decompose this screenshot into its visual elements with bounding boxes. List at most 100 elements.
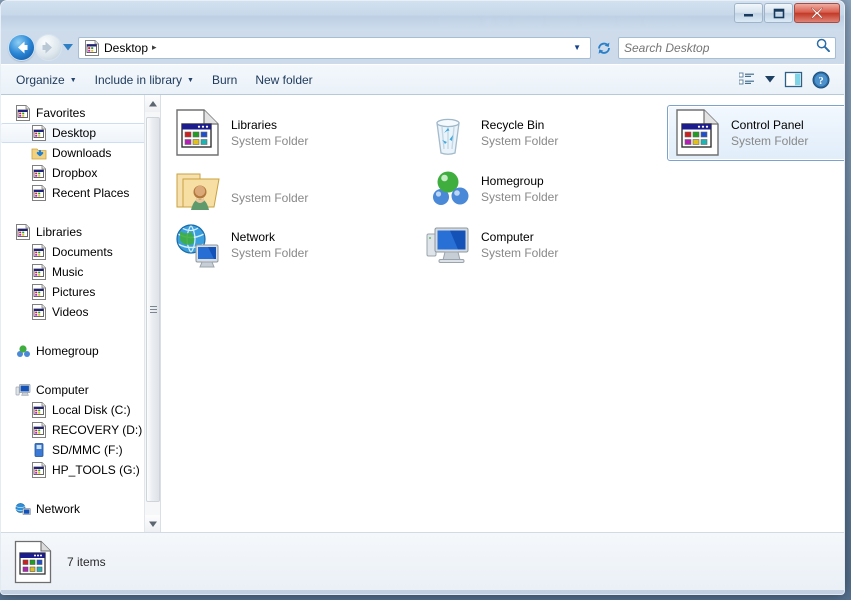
breadcrumb-desktop[interactable]: Desktop	[104, 41, 148, 55]
downloads-folder-icon	[31, 145, 47, 161]
title-bar	[1, 1, 844, 31]
broken-image-icon	[13, 540, 53, 584]
broken-image-icon	[31, 165, 47, 181]
computer-icon	[424, 221, 472, 269]
sidebar-item-label: Dropbox	[52, 166, 97, 180]
help-icon[interactable]: ?	[808, 68, 834, 92]
network-globe-icon	[174, 221, 222, 269]
broken-image-icon	[15, 224, 31, 240]
window-controls	[734, 3, 840, 23]
sidebar-item-label: SD/MMC (F:)	[52, 443, 123, 457]
burn-button[interactable]: Burn	[203, 68, 246, 92]
file-item-libraries[interactable]: LibrariesSystem Folder	[167, 105, 417, 161]
file-item-name: Recycle Bin	[481, 117, 558, 133]
sidebar-item-documents[interactable]: Documents	[1, 242, 160, 262]
sidebar-group-homegroup[interactable]: Homegroup	[1, 341, 160, 361]
sidebar-item-desktop[interactable]: Desktop	[1, 123, 148, 143]
include-in-library-label: Include in library	[95, 73, 182, 87]
file-item-name: Control Panel	[731, 117, 808, 133]
sidebar-group-favorites[interactable]: Favorites	[1, 103, 160, 123]
sidebar-group-network[interactable]: Network	[1, 499, 160, 519]
search-input[interactable]	[624, 41, 816, 55]
sidebar-item-label: Documents	[52, 245, 113, 259]
file-list-pane[interactable]: LibrariesSystem Folder System Folder Net…	[161, 95, 844, 532]
command-toolbar: Organize ▼ Include in library ▼ Burn New…	[1, 64, 844, 95]
removable-drive-icon	[31, 442, 47, 458]
broken-image-icon	[174, 109, 222, 157]
sidebar-group-label: Libraries	[36, 225, 82, 239]
breadcrumb-bar[interactable]: Desktop ▸ ▼	[78, 37, 591, 59]
preview-pane-icon[interactable]	[780, 68, 806, 92]
sidebar-item-videos[interactable]: Videos	[1, 302, 160, 322]
sidebar-group-libraries[interactable]: Libraries	[1, 222, 160, 242]
file-item-computer[interactable]: ComputerSystem Folder	[417, 217, 667, 273]
sidebar-item-hp-tools-g[interactable]: HP_TOOLS (G:)	[1, 460, 160, 480]
sidebar-group-label: Network	[36, 502, 80, 516]
sidebar-group-label: Computer	[36, 383, 89, 397]
scrollbar-thumb[interactable]	[146, 117, 160, 502]
item-count-label: 7 items	[67, 555, 106, 569]
file-item-text: NetworkSystem Folder	[231, 229, 308, 261]
include-in-library-button[interactable]: Include in library ▼	[86, 68, 203, 92]
back-button[interactable]	[9, 35, 34, 60]
file-item-network[interactable]: NetworkSystem Folder	[167, 217, 417, 273]
broken-image-icon	[31, 125, 47, 141]
breadcrumb-dropdown-icon[interactable]: ▼	[567, 43, 587, 52]
close-button[interactable]	[794, 3, 840, 23]
sidebar-item-label: Videos	[52, 305, 88, 319]
scroll-up-button[interactable]	[145, 95, 160, 112]
broken-image-icon	[31, 244, 47, 260]
recent-pages-button[interactable]	[61, 35, 75, 60]
search-icon[interactable]	[816, 38, 830, 57]
sidebar-item-dropbox[interactable]: Dropbox	[1, 163, 160, 183]
file-item-homegroup[interactable]: HomegroupSystem Folder	[417, 161, 667, 217]
sidebar-item-downloads[interactable]: Downloads	[1, 143, 160, 163]
broken-image-icon	[31, 185, 47, 201]
status-bar: 7 items	[1, 532, 844, 590]
file-item-name	[231, 174, 301, 187]
address-bar-row: Desktop ▸ ▼	[1, 31, 844, 64]
sidebar-item-recent-places[interactable]: Recent Places	[1, 183, 160, 203]
minimize-button[interactable]	[734, 3, 763, 23]
file-item-subtitle: System Folder	[231, 245, 308, 261]
navigation-scrollbar[interactable]	[144, 95, 160, 532]
breadcrumb-chevron-icon[interactable]: ▸	[152, 42, 157, 53]
sidebar-group-label: Homegroup	[36, 344, 99, 358]
file-item-user-folder[interactable]: System Folder	[167, 161, 417, 217]
forward-button[interactable]	[36, 35, 61, 60]
sidebar-group-computer[interactable]: Computer	[1, 380, 160, 400]
scroll-down-button[interactable]	[145, 515, 161, 532]
new-folder-button[interactable]: New folder	[246, 68, 321, 92]
file-item-name: Computer	[481, 229, 558, 245]
broken-image-icon	[31, 462, 47, 478]
change-view-dropdown-icon[interactable]	[762, 68, 778, 92]
file-item-text: System Folder	[231, 172, 308, 206]
sidebar-item-sd-mmc-f[interactable]: SD/MMC (F:)	[1, 440, 160, 460]
maximize-button[interactable]	[764, 3, 793, 23]
broken-image-icon	[31, 422, 47, 438]
broken-image-icon	[31, 284, 47, 300]
toolbar-right-group: ?	[734, 68, 838, 92]
file-item-subtitle: System Folder	[481, 189, 558, 205]
sidebar-item-label: Pictures	[52, 285, 95, 299]
file-item-name: Network	[231, 229, 308, 245]
broken-image-icon	[84, 40, 100, 56]
broken-image-icon	[31, 402, 47, 418]
sidebar-group-spacer	[1, 322, 160, 341]
file-item-subtitle: System Folder	[481, 245, 558, 261]
sidebar-item-local-disk-c[interactable]: Local Disk (C:)	[1, 400, 160, 420]
file-item-text: ComputerSystem Folder	[481, 229, 558, 261]
explorer-window: Desktop ▸ ▼ Organize ▼	[0, 0, 845, 595]
navigation-tree: Favorites Desktop Downloads Dropbox	[1, 95, 160, 519]
sidebar-item-pictures[interactable]: Pictures	[1, 282, 160, 302]
change-view-icon[interactable]	[734, 68, 760, 92]
sidebar-item-recovery-d[interactable]: RECOVERY (D:)	[1, 420, 160, 440]
organize-button[interactable]: Organize ▼	[7, 68, 86, 92]
file-item-recycle-bin[interactable]: Recycle BinSystem Folder	[417, 105, 667, 161]
file-item-control-panel[interactable]: Control PanelSystem Folder	[667, 105, 845, 161]
file-item-subtitle: System Folder	[481, 133, 558, 149]
sidebar-item-music[interactable]: Music	[1, 262, 160, 282]
search-box[interactable]	[618, 37, 836, 59]
file-item-text: Recycle BinSystem Folder	[481, 117, 558, 149]
refresh-button[interactable]	[593, 37, 614, 59]
